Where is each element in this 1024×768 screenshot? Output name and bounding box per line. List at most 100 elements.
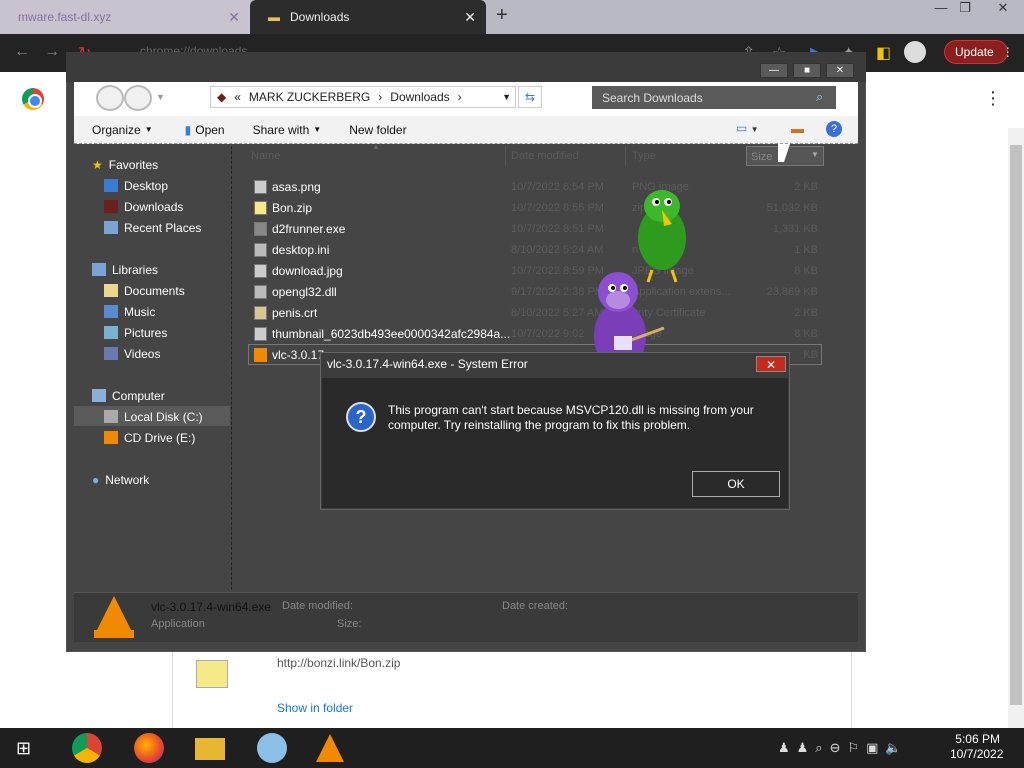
breadcrumb-overflow: « xyxy=(234,90,241,104)
file-explorer-taskbar-icon[interactable] xyxy=(195,738,225,760)
preview-pane-icon[interactable]: ▬ xyxy=(791,121,804,136)
history-dropdown-icon[interactable]: ▼ xyxy=(156,92,165,102)
search-input[interactable]: Search Downloads xyxy=(592,86,836,109)
address-dropdown-icon[interactable]: ▼ xyxy=(502,92,511,102)
scrollbar-thumb[interactable] xyxy=(1010,145,1022,705)
tab-label: Downloads xyxy=(290,10,350,24)
file-row[interactable]: desktop.ini8/10/2022 5:24 AMn sett...1 K… xyxy=(250,239,822,260)
tab-downloads[interactable]: ▬ Downloads ✕ xyxy=(250,0,486,34)
update-button[interactable]: Update ⋮ xyxy=(944,40,1014,64)
file-row[interactable]: asas.png 10/7/2022 8:54 PM PNG image 2 KB xyxy=(250,176,822,197)
dialog-close-button[interactable]: ✕ xyxy=(756,356,786,372)
download-url[interactable]: http://bonzi.link/Bon.zip xyxy=(277,656,400,670)
view-options-icon[interactable]: ▭ ▼ xyxy=(736,121,759,135)
file-name: thumbnail_6023db493ee0000342afc2984a... xyxy=(272,326,511,341)
details-date-modified-label: Date modified: xyxy=(282,600,353,612)
vlc-taskbar-icon[interactable] xyxy=(316,734,344,762)
back-icon[interactable]: ← xyxy=(14,43,30,61)
file-row[interactable]: d2frunner.exe 10/7/2022 8:51 PM 1,331 KB xyxy=(250,218,822,239)
search-icon[interactable]: ⌕ xyxy=(816,89,823,105)
organize-button[interactable]: Organize ▼ xyxy=(92,123,153,137)
refresh-icon[interactable]: ⇆ xyxy=(518,86,542,108)
file-date: 10/7/2022 8:51 PM xyxy=(511,222,604,235)
nav-item-desktop[interactable]: Desktop xyxy=(104,175,201,196)
column-divider[interactable] xyxy=(625,146,626,166)
zip-file-icon xyxy=(254,200,267,215)
desktop-icon xyxy=(104,179,118,192)
nav-item-music[interactable]: Music xyxy=(104,301,185,322)
share-with-button[interactable]: Share with ▼ xyxy=(253,123,322,137)
nav-network[interactable]: ● Network xyxy=(92,469,149,490)
maximize-button[interactable]: ❐ xyxy=(950,0,980,20)
close-icon[interactable]: ✕ xyxy=(464,9,476,26)
column-name[interactable]: Name xyxy=(251,150,280,162)
column-size: Size xyxy=(751,151,773,163)
file-name: penis.crt xyxy=(272,305,318,320)
pictures-icon xyxy=(104,326,118,339)
nav-item-pictures[interactable]: Pictures xyxy=(104,322,185,343)
nav-libraries[interactable]: Libraries xyxy=(92,259,158,280)
file-row[interactable]: Bon.zip 10/7/2022 8:55 PM zip 51,032 KB xyxy=(250,197,822,218)
new-tab-button[interactable]: + xyxy=(496,4,508,27)
nav-item-cd-drive[interactable]: CD Drive (E:) xyxy=(104,427,203,448)
new-folder-label: New folder xyxy=(349,122,407,137)
breadcrumb[interactable]: ◆ « MARK ZUCKERBERG › Downloads › ▼ xyxy=(210,86,516,108)
explorer-close-button[interactable]: ✕ xyxy=(826,63,854,78)
zip-file-icon xyxy=(196,660,228,688)
nav-item-recent-places[interactable]: Recent Places xyxy=(104,217,201,238)
tab-label: mware.fast-dl.xyz xyxy=(18,10,112,24)
libraries-icon xyxy=(92,263,106,276)
file-row[interactable]: download.jpg 10/7/2022 8:59 PM JPEG image 8… xyxy=(250,260,822,281)
nav-item-downloads[interactable]: Downloads xyxy=(104,196,201,217)
user-folder-icon: ◆ xyxy=(217,90,227,104)
nav-label: Documents xyxy=(124,283,185,298)
chrome-logo-icon xyxy=(22,88,44,110)
help-icon[interactable]: ? xyxy=(826,121,842,137)
open-icon: ▮ xyxy=(184,122,192,137)
tab-mware[interactable]: mware.fast-dl.xyz ✕ xyxy=(0,0,250,34)
nav-computer-list: Local Disk (C:) CD Drive (E:) xyxy=(104,406,203,448)
breadcrumb-item-user[interactable]: MARK ZUCKERBERG xyxy=(249,90,370,104)
file-row[interactable]: opengl32.dll 9/17/2020 2:38 PM Application… xyxy=(250,281,822,302)
forward-button[interactable] xyxy=(124,85,152,111)
windows-start-icon[interactable]: ⊞ xyxy=(16,738,31,759)
dialog-message: This program can't start because MSVCP12… xyxy=(388,403,754,432)
star-icon: ★ xyxy=(92,157,103,172)
system-tray-icons[interactable]: ♟♟⌕⊖⚐▣🔈 xyxy=(778,740,909,756)
taskbar-clock[interactable]: 5:06 PM 10/7/2022 xyxy=(950,732,1003,762)
nav-item-documents[interactable]: Documents xyxy=(104,280,185,301)
avatar[interactable] xyxy=(904,41,926,63)
open-button[interactable]: ▮ Open xyxy=(185,123,225,137)
column-date-modified[interactable]: Date modified xyxy=(511,150,579,162)
nav-label: Computer xyxy=(112,388,165,403)
exe-file-icon xyxy=(254,221,267,236)
explorer-maximize-button[interactable]: ■ xyxy=(793,63,821,78)
file-row[interactable]: thumbnail_6023db493ee0000342afc2984a... 1… xyxy=(250,323,822,344)
music-icon xyxy=(104,305,118,318)
file-row[interactable]: penis.crt 8/10/2022 5:27 AM urity Certific… xyxy=(250,302,822,323)
back-button[interactable] xyxy=(96,85,124,111)
nav-item-local-disk[interactable]: Local Disk (C:) xyxy=(104,406,203,427)
close-window-button[interactable]: ✕ xyxy=(988,0,1018,20)
firefox-taskbar-icon[interactable] xyxy=(134,733,164,763)
new-folder-button[interactable]: New folder xyxy=(349,123,406,137)
sidepanel-icon[interactable]: ◧ xyxy=(876,43,891,63)
file-name: Bon.zip xyxy=(272,200,313,215)
nav-favorites[interactable]: ★ Favorites xyxy=(92,154,158,175)
search-placeholder: Search Downloads xyxy=(602,90,703,105)
paint-taskbar-icon[interactable] xyxy=(257,733,287,763)
breadcrumb-item-downloads[interactable]: Downloads xyxy=(390,90,449,104)
close-icon[interactable]: ✕ xyxy=(228,9,240,26)
column-type[interactable]: Type xyxy=(632,150,656,162)
image-file-icon xyxy=(254,326,267,341)
nav-computer[interactable]: Computer xyxy=(92,385,165,406)
column-divider[interactable] xyxy=(505,146,506,166)
nav-item-videos[interactable]: Videos xyxy=(104,343,185,364)
ok-button[interactable]: OK xyxy=(692,471,780,497)
chrome-taskbar-icon[interactable] xyxy=(72,733,102,763)
forward-icon[interactable]: → xyxy=(44,43,60,61)
explorer-minimize-button[interactable]: — xyxy=(760,63,788,78)
show-in-folder-link[interactable]: Show in folder xyxy=(277,701,353,715)
vlc-file-icon xyxy=(254,347,267,362)
more-menu-icon[interactable]: ⋮ xyxy=(984,88,1002,109)
